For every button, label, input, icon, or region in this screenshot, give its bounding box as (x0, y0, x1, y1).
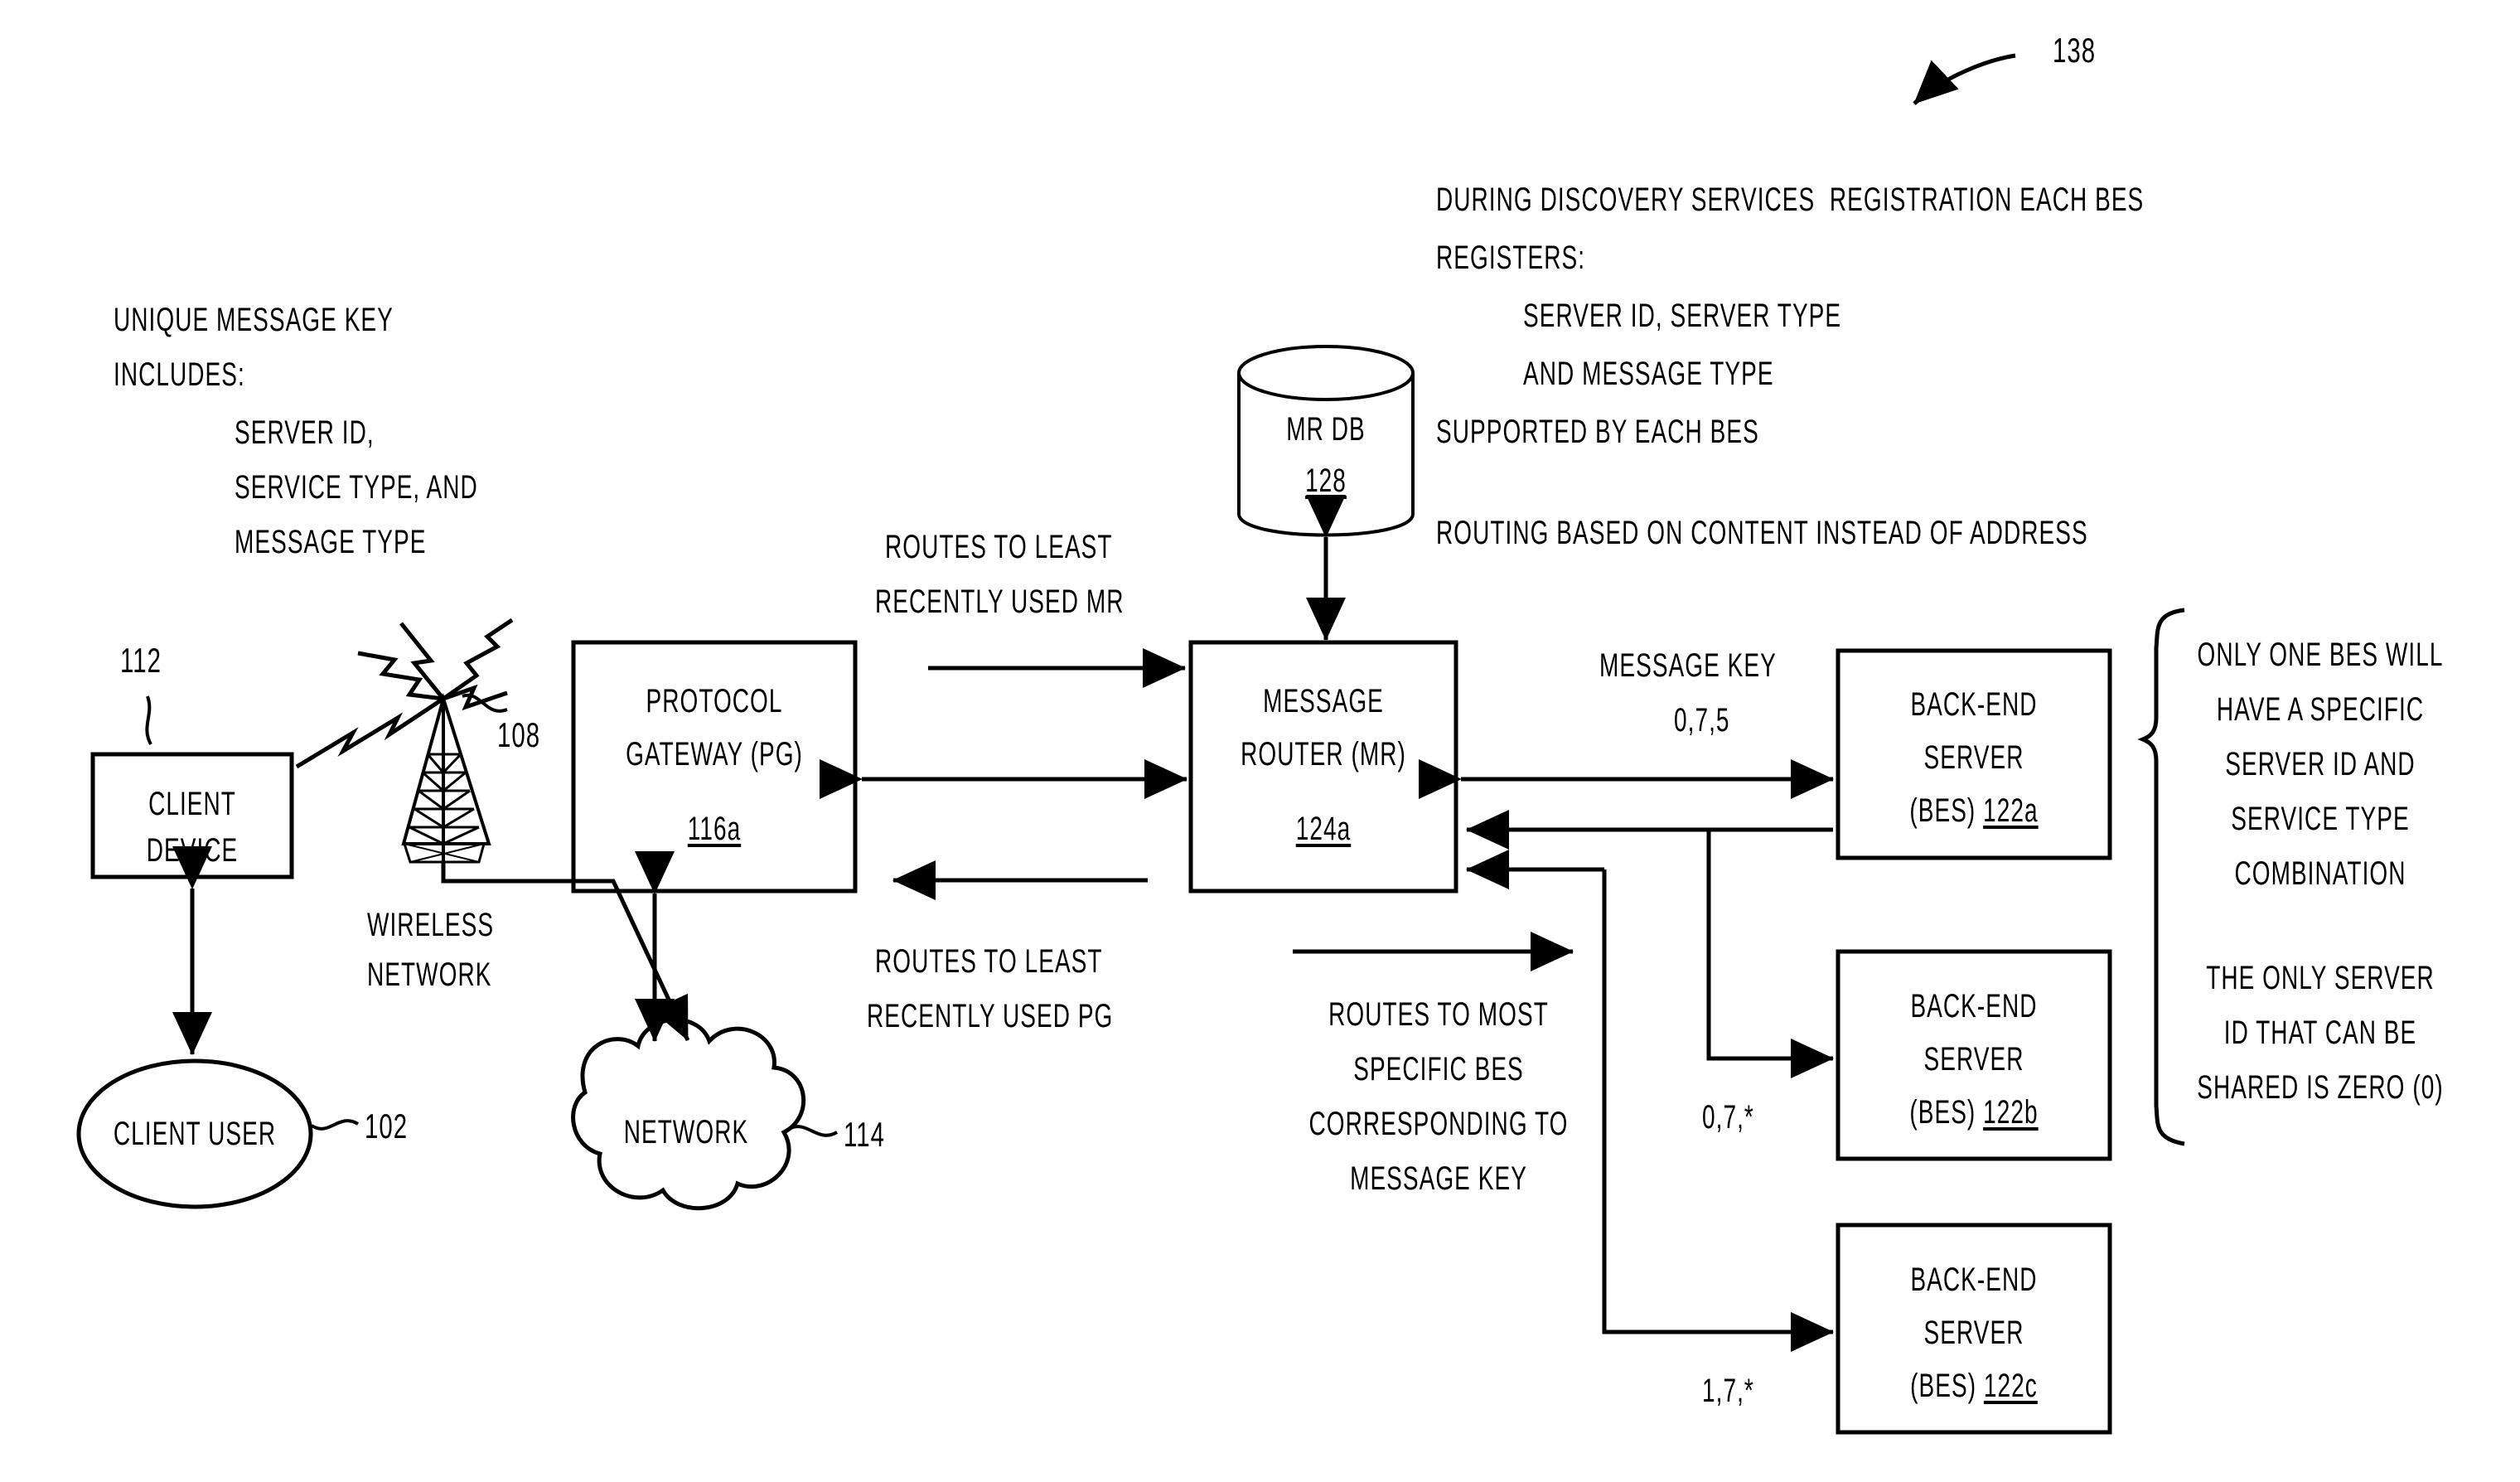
message-router-label-0: MESSAGE (1263, 683, 1384, 719)
mr-to-pg-label-0: ROUTES TO LEAST (875, 943, 1103, 980)
mr-to-pg-label-1: RECENTLY USED PG (867, 998, 1114, 1034)
bes-a-suffix: (BES) (1909, 792, 1984, 829)
registration-note-line-1: REGISTERS: (1436, 240, 1586, 276)
unique-message-key-note-line-0: UNIQUE MESSAGE KEY (114, 302, 394, 338)
mr-to-bes-label-3: MESSAGE KEY (1350, 1160, 1527, 1197)
bes-constraint-line-1: HAVE A SPECIFIC (2216, 691, 2425, 728)
wireless-network-caption-1: NETWORK (367, 957, 492, 993)
message-key-b: 0,7,* (1702, 1099, 1754, 1136)
bes-b-suffix: (BES) (1909, 1094, 1984, 1131)
pg-to-mr-label-1: RECENTLY USED MR (875, 584, 1125, 620)
bes-c-ref-line: (BES) 122c (1840, 1363, 2107, 1409)
message-router-ref: 124a (1295, 811, 1352, 847)
mr-to-bes-label-0: ROUTES TO MOST (1328, 996, 1549, 1033)
unique-message-key-item-2: MESSAGE TYPE (235, 524, 427, 560)
routing-basis-note: ROUTING BASED ON CONTENT INSTEAD OF ADDR… (1436, 515, 2088, 551)
bes-b-label-1: SERVER (1923, 1041, 2024, 1078)
pg-to-mr-label-0: ROUTES TO LEAST (885, 529, 1113, 565)
bes-shared-id-line-2: SHARED IS ZERO (0) (2197, 1069, 2444, 1106)
bes-b-ref-line: (BES) 122b (1840, 1089, 2107, 1136)
unique-message-key-note-line-1: INCLUDES: (114, 356, 245, 393)
wireless-network-caption-0: WIRELESS (367, 907, 495, 943)
client-device-label-1: DEVICE (146, 832, 239, 869)
bes-b-routing-elbow (1706, 827, 1833, 1061)
bes-a-label-0: BACK-END (1910, 686, 2038, 723)
bes-shared-id-line-0: THE ONLY SERVER (2206, 960, 2435, 996)
unique-message-key-item-1: SERVICE TYPE, AND (235, 469, 478, 506)
bes-a-ref: 122a (1983, 792, 2039, 829)
message-router-label-1: ROUTER (MR) (1241, 736, 1406, 772)
bes-c-suffix: (BES) (1910, 1368, 1984, 1404)
bes-shared-id-line-1: ID THAT CAN BE (2223, 1015, 2417, 1051)
mr-db-label: MR DB (1286, 411, 1366, 448)
registration-note-line-0: DURING DISCOVERY SERVICES REGISTRATION E… (1436, 182, 2145, 218)
bes-c-label-0: BACK-END (1910, 1262, 2038, 1298)
protocol-gateway-label-0: PROTOCOL (646, 683, 783, 719)
bes-b-ref: 122b (1983, 1094, 2039, 1131)
figure-callout-number: 138 (2053, 31, 2097, 70)
antenna-tower (401, 692, 491, 864)
message-key-a: 0,7,5 (1674, 702, 1730, 739)
mr-db-ref: 128 (1305, 463, 1347, 499)
bes-c-label-1: SERVER (1923, 1315, 2024, 1351)
bes-constraint-line-0: ONLY ONE BES WILL (2197, 637, 2444, 673)
ref-number-112: 112 (120, 641, 162, 680)
bes-constraint-line-2: SERVER ID AND (2225, 746, 2416, 782)
message-key-title: MESSAGE KEY (1599, 647, 1777, 684)
ref-112-leader (145, 695, 152, 745)
bes-b-label-0: BACK-END (1910, 988, 2038, 1024)
unique-message-key-item-0: SERVER ID, (235, 414, 375, 451)
bes-constraint-line-3: SERVICE TYPE (2231, 801, 2410, 837)
network-cloud-label: NETWORK (623, 1114, 749, 1150)
patent-figure-canvas: 138 UNIQUE MESSAGE KEY INCLUDES: SERVER … (0, 0, 2520, 1482)
registration-tail: SUPPORTED BY EACH BES (1436, 414, 1759, 450)
mr-to-bes-label-2: CORRESPONDING TO (1308, 1106, 1569, 1142)
registration-item-0: SERVER ID, SERVER TYPE (1523, 298, 1842, 334)
message-key-c: 1,7,* (1702, 1373, 1754, 1409)
ref-number-114: 114 (844, 1115, 886, 1154)
mr-to-bes-label-1: SPECIFIC BES (1353, 1051, 1524, 1087)
ref-102-leader (310, 1119, 360, 1131)
client-user-label: CLIENT USER (113, 1116, 277, 1152)
protocol-gateway-ref: 116a (687, 811, 742, 847)
wireless-bolts (295, 618, 514, 769)
figure-callout-arrow (1913, 53, 2016, 105)
bes-c-ref: 122c (1983, 1368, 2038, 1404)
client-device-label-0: CLIENT (148, 786, 236, 822)
registration-item-1: AND MESSAGE TYPE (1523, 356, 1774, 392)
bes-a-label-1: SERVER (1923, 739, 2024, 776)
ref-number-102: 102 (365, 1107, 409, 1145)
protocol-gateway-label-1: GATEWAY (PG) (626, 736, 803, 772)
ref-number-108: 108 (497, 715, 541, 754)
bes-constraint-line-4: COMBINATION (2234, 855, 2406, 892)
bes-a-ref-line: (BES) 122a (1840, 787, 2107, 834)
